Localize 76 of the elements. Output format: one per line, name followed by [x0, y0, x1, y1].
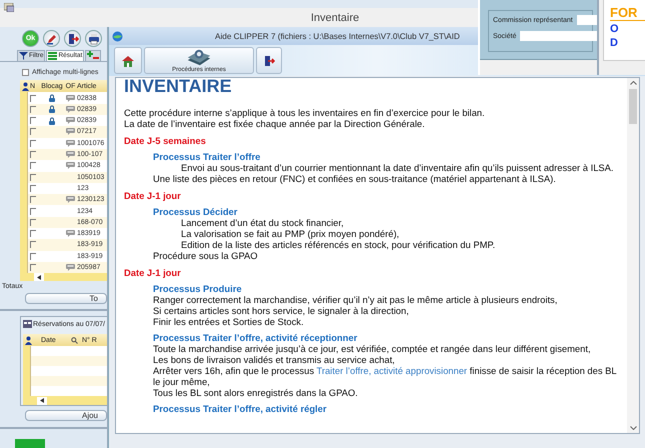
exit-icon [66, 32, 78, 44]
process-heading: Processus Décider [153, 206, 238, 217]
scrollbar-thumb[interactable] [629, 89, 637, 124]
paragraph: Finir les entrées et Sorties de Stock. [153, 316, 305, 327]
process-heading: Processus Produire [153, 283, 243, 294]
exit-button[interactable] [256, 47, 282, 74]
paragraph: Une liste des pièces en retour (FNC) et confiées en sous-traitance (matériel appartenant à ILSA). [153, 173, 557, 184]
window-icon [4, 3, 14, 12]
paragraph: Procédure sous la GPAO [153, 250, 259, 261]
scroll-left-icon[interactable] [37, 274, 41, 280]
process-heading: Processus Traiter l’offre, activité réceptionner [153, 332, 358, 343]
globe-icon [112, 30, 123, 42]
row-checkbox[interactable] [30, 117, 36, 124]
row-checkbox[interactable] [30, 218, 36, 226]
form-heading: FOR [610, 5, 645, 21]
paragraph: Ranger correctement la marchandise, vérifier qu’il n’y ait pas le même article à plusieurs endroits, [153, 294, 558, 305]
row-checkbox[interactable] [30, 128, 36, 136]
process-heading: Processus Traiter l’offre [153, 151, 262, 162]
print-button[interactable] [85, 30, 102, 47]
paragraph: La valorisation se fait au PMP (prix moyen pondéré), [180, 228, 400, 239]
row-checkbox[interactable] [30, 196, 36, 204]
house-icon [121, 54, 135, 68]
paragraph: Lancement d’un état du stock financier, [180, 217, 345, 228]
row-checkbox[interactable] [30, 140, 36, 147]
list-icon [48, 51, 58, 60]
row-checkbox[interactable] [30, 106, 36, 113]
exit-icon [263, 54, 275, 66]
person-icon [22, 82, 28, 91]
process-heading: Processus Traiter l’offre, activité régler [153, 403, 328, 414]
row-checkbox[interactable] [30, 241, 36, 248]
row-checkbox[interactable] [30, 184, 36, 192]
paragraph: Si certains articles sont hors service, le signaler à la direction, [153, 305, 410, 316]
scrollbar[interactable] [627, 78, 639, 433]
text-line: D [610, 38, 619, 49]
date-heading: Date J-5 semaines [124, 135, 207, 146]
text-line: O [610, 24, 620, 35]
person-icon [24, 336, 32, 345]
add-button[interactable]: Ajou [25, 410, 107, 422]
home-button[interactable] [114, 47, 142, 74]
paragraph: Arrêter vers 16h, afin que le processus Traiter l’offre, activité approvisionner finisse de saisir la réception des BL le jour même, [153, 365, 617, 387]
pencil-icon [46, 32, 58, 44]
paragraph: Cette procédure interne s’applique à tous les inventaires en fin d’exercice pour le bilan. [124, 107, 486, 118]
row-checkbox[interactable] [30, 208, 36, 215]
paragraph: Edition de la liste des articles référencés en stock, pour vérification du PMP. [180, 239, 496, 250]
tab[interactable] [85, 50, 102, 61]
printer-icon [88, 32, 100, 44]
edit-button[interactable] [43, 30, 60, 47]
date-heading: Date J-1 jour [124, 190, 182, 201]
process-link[interactable]: Traiter l’offre, activité approvisionner [316, 365, 468, 376]
row-checkbox[interactable] [30, 252, 36, 260]
window-title: Inventaire [310, 12, 360, 24]
paragraph: La date de l’inventaire est fixée chaque année par la Direction Générale. [124, 118, 426, 129]
page-heading: INVENTAIRE [124, 78, 233, 95]
scroll-left-icon[interactable] [40, 398, 44, 404]
search-icon[interactable] [71, 336, 78, 344]
paragraph: Les bons de livraison validés et transmis au service achat, [153, 354, 396, 365]
row-checkbox[interactable] [30, 151, 36, 158]
row-checkbox[interactable] [30, 94, 36, 102]
row-checkbox[interactable] [30, 264, 36, 272]
totals-button[interactable]: To [25, 293, 107, 304]
checkbox[interactable] [22, 68, 29, 76]
plus-minus-icon [87, 51, 100, 60]
date-heading: Date J-1 jour [124, 267, 182, 278]
window-title: Aide CLIPPER 7 (fichiers : U:\Bases Internes\V7.0\Club V7_ST\AID [215, 32, 460, 40]
scroll-up-icon[interactable] [630, 81, 636, 85]
exit-button[interactable] [64, 30, 81, 47]
row-checkbox[interactable] [30, 162, 36, 170]
funnel-icon [19, 51, 28, 60]
calendar-icon [23, 320, 32, 328]
scroll-down-icon[interactable] [630, 426, 636, 430]
paragraph: Tous les BL sont alors enregistrés dans la GPAO. [153, 387, 359, 398]
row-checkbox[interactable] [30, 230, 36, 238]
paragraph: Toute la marchandise arrivée jusqu’à ce jour, est vérifiée, comptée et rangée dans leur différent gisement, [153, 343, 592, 354]
status-indicator [15, 439, 45, 448]
row-checkbox[interactable] [30, 174, 36, 181]
paragraph: Envoi au sous-traitant d’un courrier mentionnant la date d’inventaire afin qu’ils puissent adresser à ILSA. [180, 162, 615, 173]
